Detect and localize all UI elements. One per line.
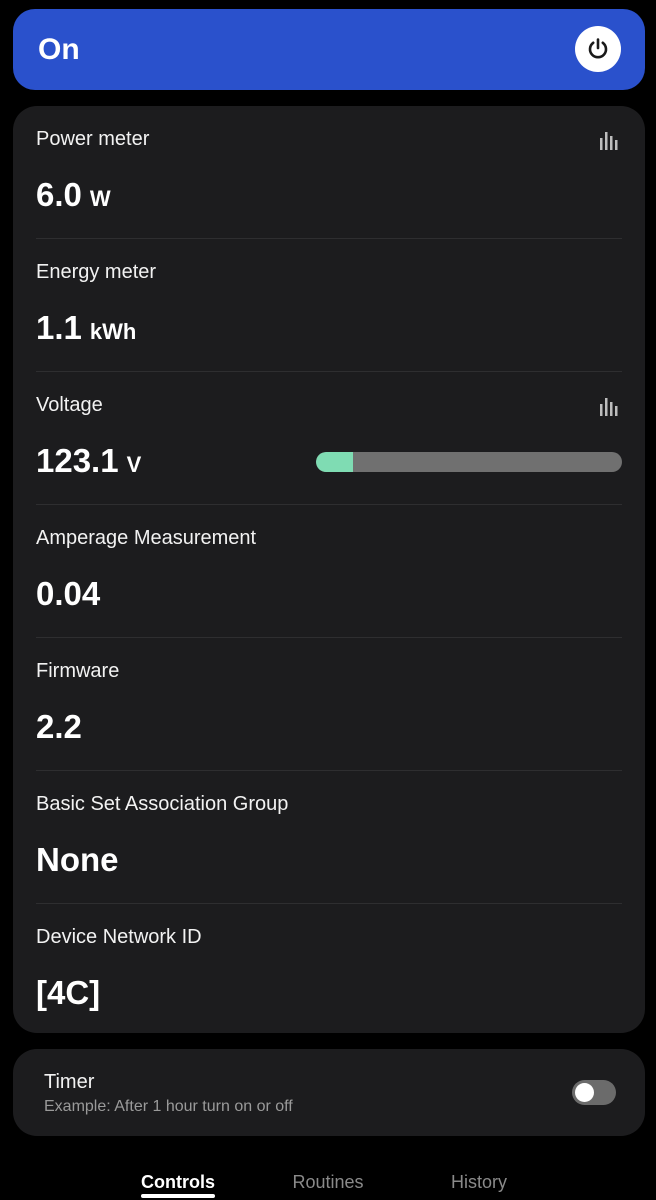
timer-toggle[interactable] [572,1080,616,1105]
metric-label: Power meter [36,128,150,150]
timer-subtitle: Example: After 1 hour turn on or off [44,1098,293,1115]
voltage-level-bar [316,452,622,472]
metric-value: 0.04 [36,575,101,612]
toggle-knob [575,1083,594,1102]
metric-label: Firmware [36,660,120,682]
metric-value: 1.1 kWh [36,309,136,347]
metric-row-firmware[interactable]: Firmware 2.2 [36,638,622,771]
metric-number: 1.1 [36,309,82,346]
tab-controls[interactable]: Controls [141,1172,215,1193]
power-icon [588,38,608,59]
metric-unit: W [89,186,111,211]
metric-label: Energy meter [36,261,157,283]
tab-routines[interactable]: Routines [292,1172,363,1193]
metric-row-power[interactable]: Power meter 6.0 W [36,106,622,239]
power-button[interactable] [575,26,621,72]
tab-history[interactable]: History [451,1172,507,1193]
device-metrics-card: Power meter 6.0 W Energy meter 1.1 kWh Vol… [13,106,645,1033]
metric-value: 6.0 W [36,176,111,214]
power-status-bar[interactable]: On [13,9,645,90]
metric-unit: kWh [89,319,137,344]
metric-label: Device Network ID [36,926,202,948]
metric-row-amperage[interactable]: Amperage Measurement 0.04 [36,505,622,638]
bottom-tab-bar: Controls Routines History [0,1160,656,1200]
power-state-label: On [38,33,80,66]
active-tab-indicator [141,1194,215,1198]
metric-row-energy[interactable]: Energy meter 1.1 kWh [36,239,622,372]
metric-value: [4C] [36,974,101,1011]
metric-label: Basic Set Association Group [36,793,289,815]
bar-chart-icon[interactable] [600,398,620,416]
timer-title: Timer [44,1071,95,1093]
timer-card[interactable]: Timer Example: After 1 hour turn on or o… [13,1049,645,1136]
metric-number: 6.0 [36,176,82,213]
metric-row-association-group[interactable]: Basic Set Association Group None [36,771,622,904]
metric-number: 123.1 [36,442,119,479]
metric-label: Voltage [36,394,103,416]
metric-row-voltage[interactable]: Voltage 123.1 V [36,372,622,505]
metric-row-network-id[interactable]: Device Network ID [4C] [36,904,622,1037]
metric-unit: V [126,452,142,477]
voltage-level-fill [316,452,353,472]
metric-value: 123.1 V [36,442,141,480]
metric-label: Amperage Measurement [36,527,257,549]
metric-value: 2.2 [36,708,82,745]
bar-chart-icon[interactable] [600,132,620,150]
metric-value: None [36,841,119,878]
